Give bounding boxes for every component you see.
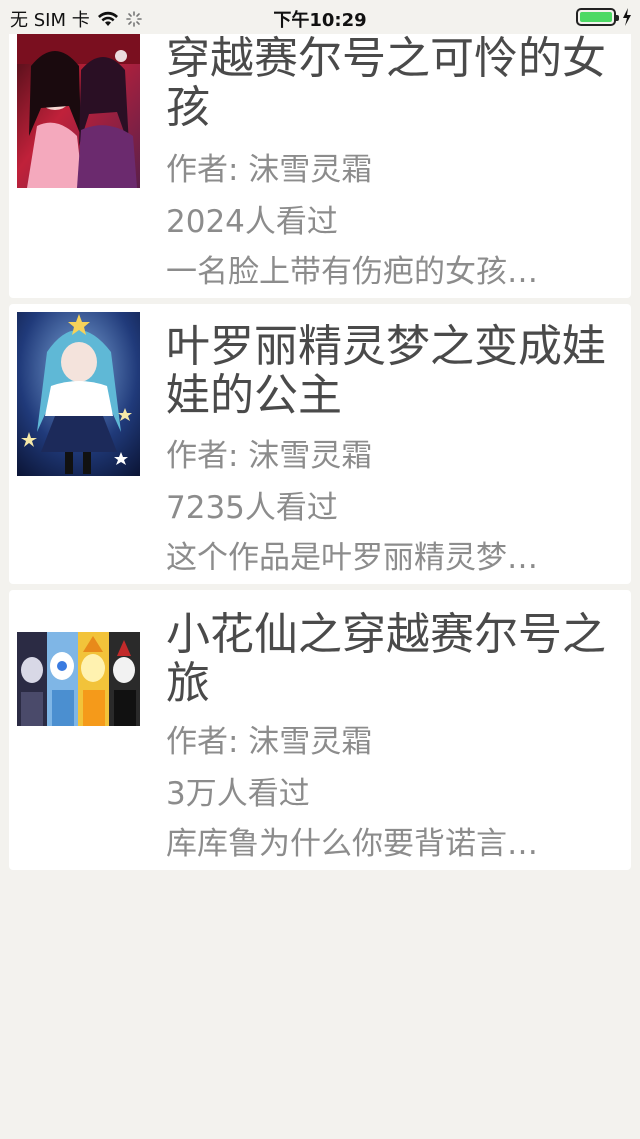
book-cover-image-1: [17, 26, 140, 188]
book-card[interactable]: 穿越赛尔号之可怜的女孩 作者: 沫雪灵霜 2024人看过 一名脸上带有伤疤的女孩…: [9, 14, 631, 298]
book-list: 穿越赛尔号之可怜的女孩 作者: 沫雪灵霜 2024人看过 一名脸上带有伤疤的女孩…: [9, 14, 631, 876]
book-cover-image-3: [17, 632, 140, 726]
book-cover[interactable]: [17, 632, 140, 726]
book-title[interactable]: 穿越赛尔号之可怜的女孩: [166, 34, 621, 132]
charging-bolt-icon: [623, 8, 631, 26]
book-cover[interactable]: [17, 26, 140, 188]
book-author: 作者: 沫雪灵霜: [166, 438, 373, 474]
book-summary: 这个作品是叶罗丽精灵梦…: [166, 540, 538, 576]
book-author: 作者: 沫雪灵霜: [166, 152, 373, 188]
status-right: [576, 8, 632, 26]
book-views: 2024人看过: [166, 204, 338, 240]
book-summary: 库库鲁为什么你要背诺言…: [166, 826, 538, 862]
book-card[interactable]: 叶罗丽精灵梦之变成娃娃的公主 作者: 沫雪灵霜 7235人看过 这个作品是叶罗丽…: [9, 304, 631, 584]
status-bar: 无 SIM 卡 下午10:29: [0, 0, 640, 34]
book-cover[interactable]: [17, 312, 140, 476]
book-title[interactable]: 叶罗丽精灵梦之变成娃娃的公主: [166, 322, 621, 420]
book-summary: 一名脸上带有伤疤的女孩…: [166, 254, 538, 290]
book-views: 7235人看过: [166, 490, 338, 526]
book-title[interactable]: 小花仙之穿越赛尔号之旅: [166, 610, 621, 708]
status-time: 下午10:29: [273, 10, 367, 31]
battery-level: [580, 12, 612, 22]
book-views: 3万人看过: [166, 776, 310, 812]
book-card[interactable]: 小花仙之穿越赛尔号之旅 作者: 沫雪灵霜 3万人看过 库库鲁为什么你要背诺言…: [9, 590, 631, 870]
book-cover-image-2: [17, 312, 140, 476]
battery-icon: [576, 8, 619, 26]
book-author: 作者: 沫雪灵霜: [166, 724, 373, 760]
